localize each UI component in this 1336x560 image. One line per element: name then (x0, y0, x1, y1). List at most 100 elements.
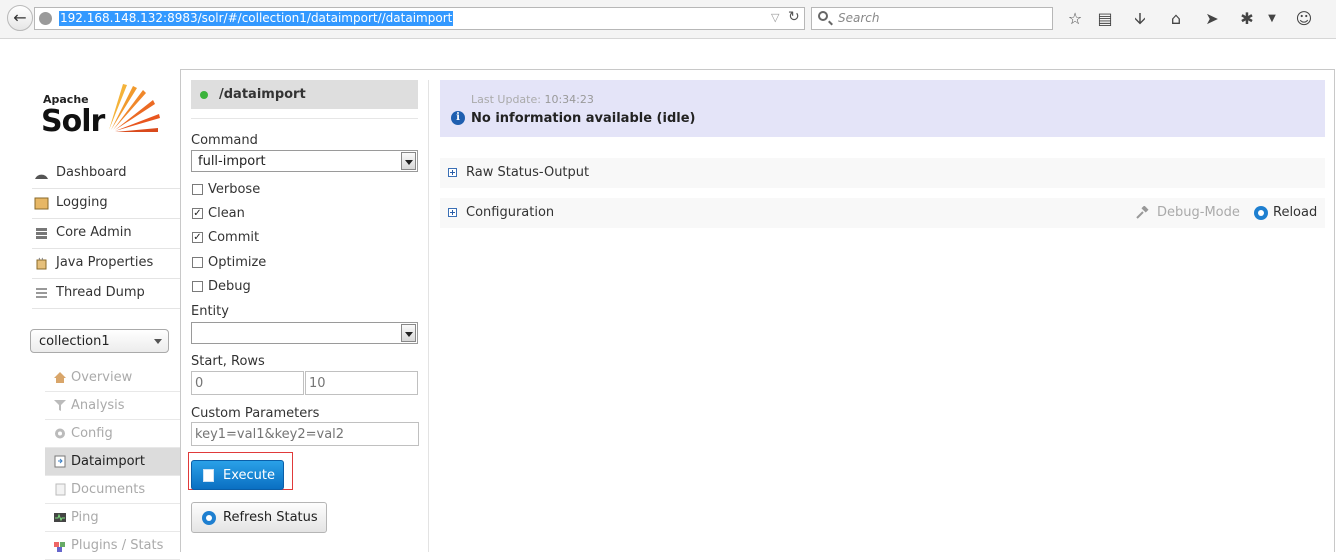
checkbox-label: Commit (208, 230, 260, 245)
refresh-icon (202, 511, 216, 525)
java-properties-icon (36, 257, 47, 270)
raw-status-section[interactable]: Raw Status-Output (440, 158, 1325, 188)
plugins-icon (54, 542, 65, 552)
core-item-label: Config (71, 426, 113, 441)
checkbox-label: Clean (208, 206, 245, 221)
core-item-config[interactable]: Config (45, 420, 180, 448)
execute-label: Execute (223, 468, 275, 483)
entity-label: Entity (191, 304, 229, 319)
status-box: Last Update: 10:34:23 i No information a… (440, 80, 1325, 137)
logging-icon (34, 197, 49, 210)
execute-button[interactable]: Execute (191, 460, 284, 490)
core-item-ping[interactable]: Ping (45, 504, 180, 532)
content-frame (180, 69, 1335, 552)
checkbox-label: Verbose (208, 182, 261, 197)
search-placeholder: Search (838, 11, 880, 25)
start-input[interactable] (191, 371, 304, 395)
address-bar[interactable]: 192.168.148.132:8983/solr/#/collection1/… (34, 7, 805, 30)
core-item-label: Dataimport (71, 454, 145, 469)
refresh-label: Refresh Status (223, 510, 318, 525)
bookmark-star-icon[interactable]: ☆ (1065, 9, 1085, 29)
checkbox-checked-icon[interactable]: ✓ (192, 232, 203, 243)
analysis-icon (54, 400, 66, 411)
configuration-section[interactable]: Configuration Debug-Mode Reload (440, 198, 1325, 228)
smiley-icon[interactable]: ☺ (1294, 9, 1314, 29)
command-select-value: full-import (198, 154, 266, 169)
home-icon[interactable]: ⌂ (1166, 9, 1186, 29)
core-item-label: Ping (71, 510, 99, 525)
hammer-icon (1136, 206, 1149, 219)
checkbox-checked-icon[interactable]: ✓ (192, 208, 203, 219)
browser-toolbar: ← 192.168.148.132:8983/solr/#/collection… (0, 0, 1336, 39)
dropdown-arrow-icon[interactable]: ▽ (771, 11, 779, 24)
command-label: Command (191, 133, 258, 148)
status-dot-icon (200, 91, 208, 99)
info-icon: i (451, 111, 465, 125)
solr-sun-icon (109, 84, 160, 132)
debug-mode-button[interactable]: Debug-Mode (1157, 205, 1240, 220)
core-item-overview[interactable]: Overview (45, 364, 180, 392)
nav-item-java-properties[interactable]: Java Properties (32, 249, 180, 279)
start-rows-label: Start, Rows (191, 354, 265, 369)
rows-input[interactable] (305, 371, 418, 395)
core-item-label: Plugins / Stats (71, 538, 164, 553)
solr-logo[interactable]: Apache Solr (41, 78, 171, 140)
last-update-time: 10:34:23 (544, 93, 594, 106)
handler-header[interactable]: /dataimport (191, 80, 418, 109)
config-icon (55, 428, 65, 439)
nav-label: Thread Dump (56, 285, 145, 300)
download-icon[interactable]: 🡫 (1130, 9, 1150, 29)
reload-icon (1254, 206, 1268, 220)
nav-item-thread-dump[interactable]: Thread Dump (32, 279, 180, 309)
entity-select[interactable] (191, 322, 418, 344)
nav-label: Logging (56, 195, 108, 210)
checkbox-label: Debug (208, 279, 251, 294)
column-divider (428, 80, 429, 552)
checkbox-unchecked-icon[interactable] (192, 257, 203, 268)
core-item-dataimport[interactable]: Dataimport (45, 448, 180, 476)
dashboard-icon (35, 174, 48, 179)
back-button[interactable]: ← (7, 5, 33, 31)
chevron-down-icon[interactable] (401, 324, 416, 342)
nav-label: Dashboard (56, 165, 127, 180)
nav-item-dashboard[interactable]: Dashboard (32, 159, 180, 189)
core-selector[interactable]: collection1 (30, 329, 169, 353)
checkbox-unchecked-icon[interactable] (192, 184, 203, 195)
menu-dropdown-icon[interactable]: ▼ (1262, 9, 1282, 29)
core-item-label: Overview (71, 370, 133, 385)
reading-list-icon[interactable]: ▤ (1095, 9, 1115, 29)
core-item-plugins[interactable]: Plugins / Stats (45, 532, 180, 560)
custom-params-input[interactable] (191, 422, 419, 446)
command-select[interactable]: full-import (191, 150, 418, 172)
reload-button[interactable]: Reload (1273, 205, 1317, 220)
nav-label: Java Properties (56, 255, 154, 270)
dataimport-icon (54, 455, 66, 468)
ping-icon (54, 513, 66, 522)
checkbox-unchecked-icon[interactable] (192, 281, 203, 292)
logo-solr-text: Solr (41, 104, 105, 139)
nav-item-logging[interactable]: Logging (32, 189, 180, 219)
expand-plus-icon[interactable] (448, 168, 457, 177)
core-admin-icon (36, 228, 47, 239)
core-selector-value: collection1 (39, 334, 110, 349)
send-icon[interactable]: ➤ (1202, 9, 1222, 29)
overview-icon (54, 372, 66, 383)
reload-page-icon[interactable]: ↻ (788, 9, 800, 25)
core-item-documents[interactable]: Documents (45, 476, 180, 504)
chevron-down-icon[interactable] (401, 152, 416, 170)
chevron-down-icon (154, 339, 162, 344)
core-item-analysis[interactable]: Analysis (45, 392, 180, 420)
extension-icon[interactable]: ✱ (1237, 9, 1257, 29)
expand-plus-icon[interactable] (448, 208, 457, 217)
handler-title: /dataimport (219, 87, 306, 102)
nav-item-core-admin[interactable]: Core Admin (32, 219, 180, 249)
last-update: Last Update: 10:34:23 (471, 93, 594, 106)
document-icon (203, 469, 214, 482)
raw-status-label: Raw Status-Output (466, 165, 590, 180)
thread-dump-icon (36, 288, 47, 298)
refresh-status-button[interactable]: Refresh Status (191, 502, 327, 533)
last-update-label: Last Update: (471, 93, 541, 106)
search-input[interactable]: Search (811, 7, 1053, 30)
url-text[interactable]: 192.168.148.132:8983/solr/#/collection1/… (59, 11, 454, 26)
globe-icon (39, 12, 52, 25)
